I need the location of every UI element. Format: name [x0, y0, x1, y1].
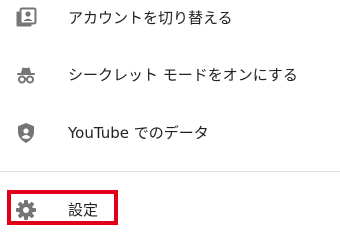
- settings-item[interactable]: 設定: [0, 188, 340, 232]
- your-data-label: YouTube でのデータ: [68, 124, 209, 142]
- shield-person-icon: [14, 121, 38, 145]
- gear-icon: [14, 198, 38, 222]
- switch-account-label: アカウントを切り替える: [68, 9, 233, 27]
- switch-account-item[interactable]: アカウントを切り替える: [0, 0, 340, 40]
- incognito-item[interactable]: シークレット モードをオンにする: [0, 53, 340, 97]
- incognito-icon: [14, 63, 38, 87]
- switch-account-icon: [14, 6, 38, 30]
- account-menu: アカウントを切り替える シークレット モードをオンにする YouTube でのデ…: [0, 0, 340, 245]
- incognito-label: シークレット モードをオンにする: [68, 66, 298, 84]
- menu-divider: [0, 171, 340, 172]
- settings-label: 設定: [68, 201, 99, 219]
- your-data-item[interactable]: YouTube でのデータ: [0, 111, 340, 155]
